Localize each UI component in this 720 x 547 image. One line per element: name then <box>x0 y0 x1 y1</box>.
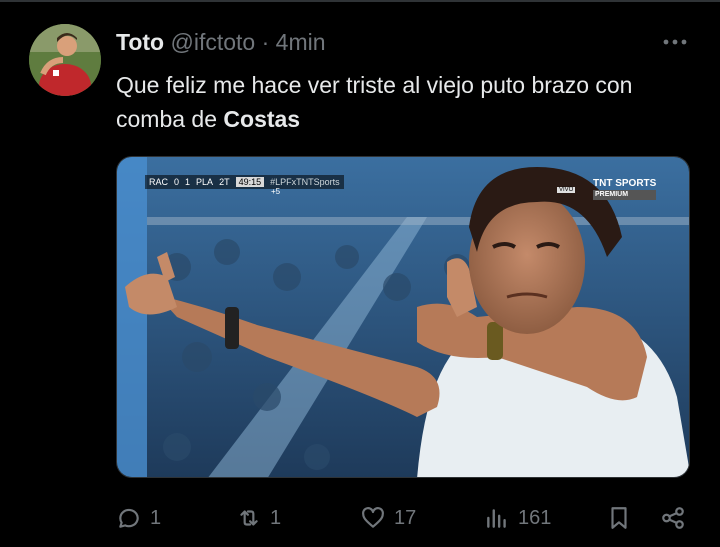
added-time: +5 <box>271 187 281 196</box>
timestamp[interactable]: 4min <box>276 29 326 55</box>
share-icon <box>662 507 684 529</box>
top-divider <box>0 0 720 2</box>
match-period: 2T <box>219 177 230 187</box>
tweet-text: Que feliz me hace ver triste al viejo pu… <box>116 68 696 136</box>
avatar-image <box>29 24 101 96</box>
repost-button[interactable]: 1 <box>236 498 281 538</box>
reply-button[interactable]: 1 <box>116 498 161 538</box>
tweet-header: Toto @ifctoto · 4min <box>116 28 326 56</box>
author-name[interactable]: Toto <box>116 29 164 55</box>
away-score: 1 <box>185 177 191 187</box>
repost-icon <box>240 510 258 526</box>
home-score: 0 <box>174 177 180 187</box>
more-icon <box>663 39 687 45</box>
action-bar: 1 1 17 161 <box>0 498 720 538</box>
share-button[interactable] <box>660 498 686 538</box>
reply-count: 1 <box>150 506 162 529</box>
channel-bottom: PREMIUM <box>593 190 657 200</box>
tweet-text-bold: Costas <box>223 106 301 132</box>
hashtag: #LPFxTNTSports <box>270 177 340 187</box>
channel-top: TNT SPORTS <box>593 178 657 189</box>
views-icon <box>487 509 506 528</box>
author-handle[interactable]: @ifctoto <box>171 29 256 55</box>
media-image <box>117 157 689 477</box>
like-button[interactable]: 17 <box>360 498 416 538</box>
repost-count: 1 <box>270 506 282 529</box>
views-count: 161 <box>518 506 552 529</box>
bookmark-button[interactable] <box>606 498 632 538</box>
views-button[interactable]: 161 <box>484 498 551 538</box>
bookmark-icon <box>611 507 627 529</box>
home-team: RAC <box>149 177 169 187</box>
match-clock: 49:15 <box>235 177 265 187</box>
channel-logo: TNT SPORTS PREMIUM <box>593 178 657 200</box>
scoreboard: RAC 0 1 PLA 2T 49:15 #LPFxTNTSports <box>145 175 344 189</box>
reply-icon <box>119 508 139 528</box>
heart-icon <box>362 507 384 528</box>
live-badge: VIVO <box>557 187 576 193</box>
more-options-button[interactable] <box>660 32 690 52</box>
tweet-text-main: Que feliz me hace ver triste al viejo pu… <box>116 72 633 132</box>
away-team: PLA <box>196 177 214 187</box>
avatar[interactable] <box>29 24 101 96</box>
tweet-media[interactable]: RAC 0 1 PLA 2T 49:15 #LPFxTNTSports +5 V… <box>116 156 690 478</box>
separator-dot: · <box>261 29 270 55</box>
like-count: 17 <box>394 506 417 529</box>
